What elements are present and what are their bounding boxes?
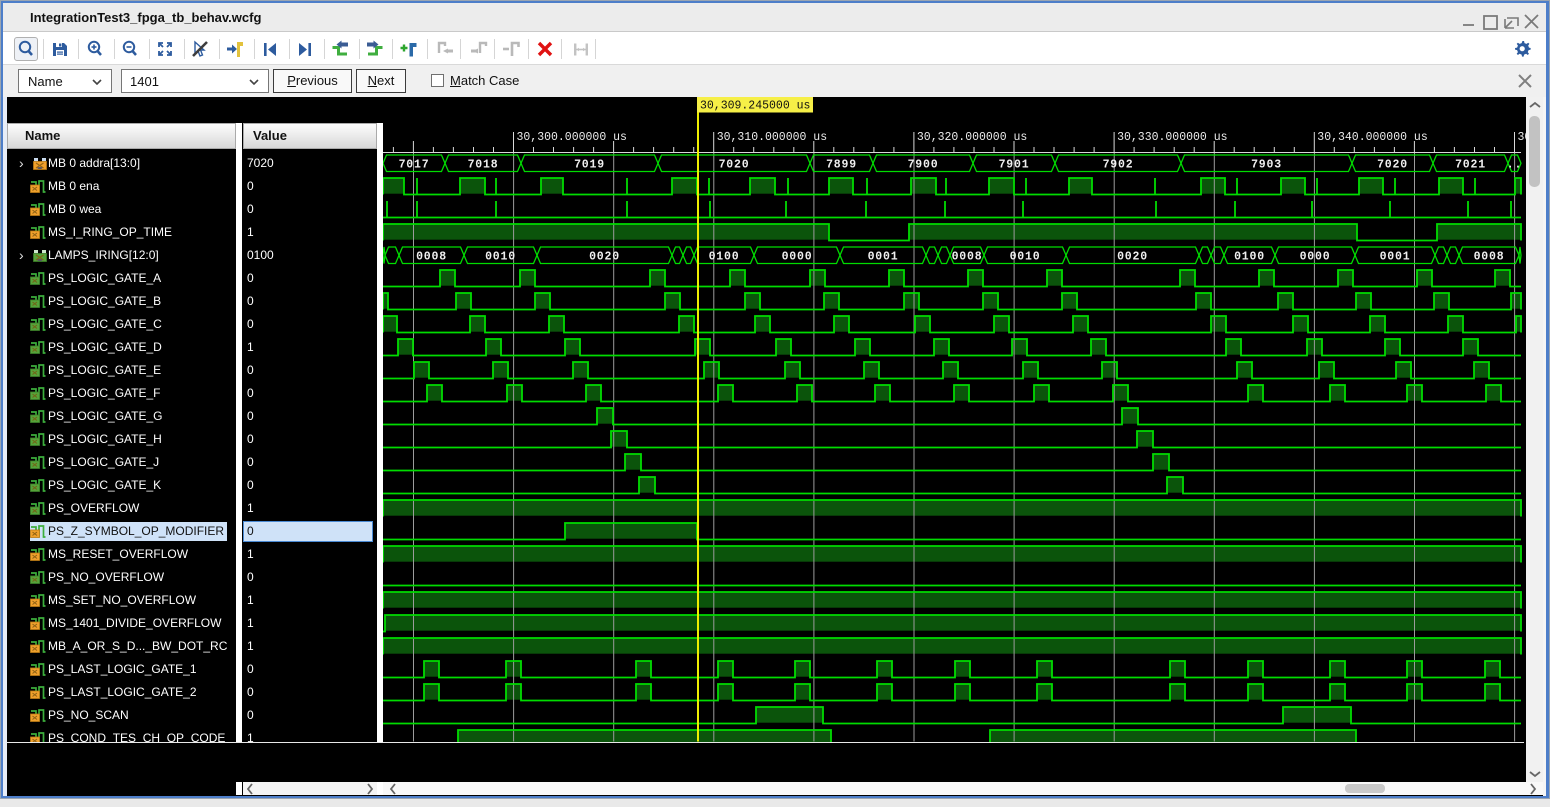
svg-text:30,340.000000 us: 30,340.000000 us — [1317, 131, 1427, 144]
svg-text:7017: 7017 — [399, 158, 430, 171]
svg-text:0001: 0001 — [868, 250, 899, 263]
svg-text:0020: 0020 — [1117, 250, 1148, 263]
svg-text:30,300.000000 us: 30,300.000000 us — [517, 131, 627, 144]
svg-text:0008: 0008 — [952, 250, 983, 263]
svg-text:0020: 0020 — [589, 250, 620, 263]
svg-text:0010: 0010 — [1010, 250, 1041, 263]
svg-text:7903: 7903 — [1251, 158, 1282, 171]
svg-text:7902: 7902 — [1103, 158, 1134, 171]
svg-text:7020: 7020 — [1377, 158, 1408, 171]
svg-text:7018: 7018 — [468, 158, 499, 171]
svg-text:7021: 7021 — [1455, 158, 1486, 171]
svg-text:30,330.000000 us: 30,330.000000 us — [1117, 131, 1227, 144]
svg-text:0100: 0100 — [709, 250, 740, 263]
svg-text:30,320.000000 us: 30,320.000000 us — [917, 131, 1027, 144]
svg-text:7901: 7901 — [999, 158, 1030, 171]
svg-text:0100: 0100 — [1234, 250, 1265, 263]
svg-text:0008: 0008 — [416, 250, 447, 263]
svg-text:7900: 7900 — [908, 158, 939, 171]
svg-text:0008: 0008 — [1474, 250, 1505, 263]
svg-text:0001: 0001 — [1380, 250, 1411, 263]
svg-text:0000: 0000 — [1300, 250, 1331, 263]
svg-text:7899: 7899 — [826, 158, 857, 171]
svg-text:..: .. — [1507, 158, 1522, 171]
svg-text:7020: 7020 — [719, 158, 750, 171]
svg-text:7019: 7019 — [574, 158, 605, 171]
svg-text:30,350.000000 us: 30,350.000000 us — [1518, 131, 1527, 144]
svg-text:0000: 0000 — [782, 250, 813, 263]
svg-text:30,310.000000 us: 30,310.000000 us — [717, 131, 827, 144]
svg-text:0010: 0010 — [485, 250, 516, 263]
svg-text:30,309.245000 us: 30,309.245000 us — [700, 100, 810, 113]
